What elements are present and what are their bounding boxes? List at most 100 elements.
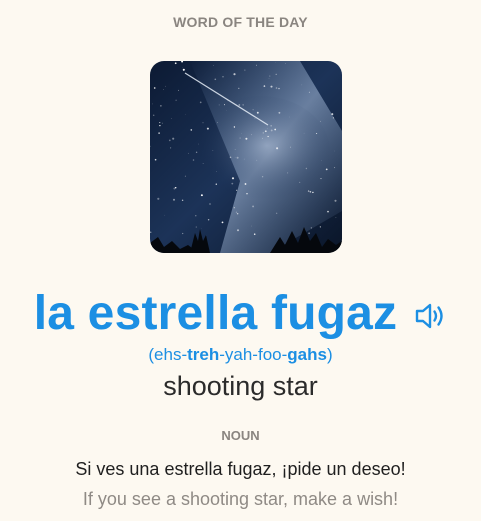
pronunciation-stress: treh: [187, 345, 220, 364]
word-image: [150, 61, 342, 253]
star: [172, 137, 175, 140]
star: [325, 168, 328, 171]
star: [233, 207, 235, 209]
star: [290, 146, 292, 148]
star: [256, 159, 258, 161]
star: [245, 137, 248, 140]
star: [242, 104, 244, 106]
star: [153, 87, 156, 89]
star: [152, 114, 155, 116]
star: [270, 85, 273, 88]
star: [237, 229, 239, 232]
star: [261, 176, 264, 178]
star: [214, 78, 217, 81]
star: [150, 231, 152, 233]
star: [199, 101, 202, 104]
pronunciation-part: -yah-foo-: [219, 345, 288, 364]
star: [182, 232, 184, 235]
word-of-the-day-heading: WORD OF THE DAY: [173, 14, 308, 30]
star: [195, 215, 197, 217]
star: [174, 62, 177, 65]
star: [236, 212, 239, 215]
star: [195, 151, 198, 154]
star: [221, 221, 224, 224]
star: [209, 203, 211, 205]
star: [159, 124, 161, 127]
star: [252, 205, 255, 208]
star: [308, 232, 310, 235]
star: [170, 147, 172, 149]
star: [236, 156, 239, 159]
example-sentence: Si ves una estrella fugaz, ¡pide un dese…: [75, 459, 406, 479]
star: [182, 68, 185, 71]
pronunciation-stress: gahs: [287, 345, 327, 364]
star: [301, 84, 303, 86]
star: [227, 99, 229, 101]
star: [175, 99, 177, 101]
star: [224, 104, 225, 106]
star: [215, 183, 217, 185]
star: [274, 128, 277, 131]
star: [252, 109, 254, 111]
star: [267, 135, 269, 138]
example-translation: If you see a shooting star, make a wish!: [82, 489, 399, 509]
pronunciation-close: ): [326, 345, 333, 364]
star: [216, 171, 217, 172]
star: [320, 120, 322, 122]
star: [238, 87, 240, 90]
star: [154, 158, 157, 161]
star: [287, 172, 289, 174]
star: [157, 197, 160, 200]
star: [233, 126, 236, 128]
star: [206, 127, 209, 130]
star: [234, 149, 236, 150]
star: [334, 167, 336, 169]
star: [262, 132, 264, 134]
star: [268, 78, 270, 79]
star: [309, 190, 312, 193]
star: [251, 134, 252, 136]
star: [275, 87, 278, 89]
star: [171, 118, 172, 119]
star: [229, 156, 232, 159]
star: [192, 159, 195, 161]
star: [212, 150, 214, 151]
star: [251, 225, 252, 227]
star: [160, 105, 162, 107]
star: [231, 182, 234, 185]
star: [310, 227, 312, 229]
star: [217, 122, 218, 123]
word-row: la estrella fugaz: [0, 286, 481, 342]
star: [334, 199, 337, 202]
star: [319, 226, 321, 228]
star: [233, 73, 236, 76]
star: [244, 69, 246, 71]
star: [303, 132, 305, 134]
star: [207, 219, 210, 221]
night-sky-illustration: [150, 61, 342, 253]
star: [307, 190, 310, 192]
star: [266, 127, 268, 129]
star: [246, 192, 248, 195]
star: [316, 132, 318, 135]
star: [198, 143, 199, 145]
star: [202, 163, 204, 164]
star: [187, 152, 189, 154]
star: [244, 183, 247, 185]
spanish-word: la estrella fugaz: [33, 287, 398, 340]
speaker-icon[interactable]: [413, 299, 447, 333]
star: [327, 210, 329, 213]
pronunciation: (ehs-treh-yah-foo-gahs): [0, 345, 481, 365]
star: [190, 129, 193, 131]
star: [331, 113, 334, 116]
star: [158, 132, 160, 134]
star: [239, 137, 241, 139]
star: [263, 85, 266, 87]
star: [243, 158, 245, 160]
star: [231, 177, 235, 180]
star: [182, 67, 183, 68]
english-translation: shooting star: [163, 371, 318, 401]
star: [174, 186, 177, 189]
star: [184, 175, 186, 177]
star: [270, 125, 272, 127]
